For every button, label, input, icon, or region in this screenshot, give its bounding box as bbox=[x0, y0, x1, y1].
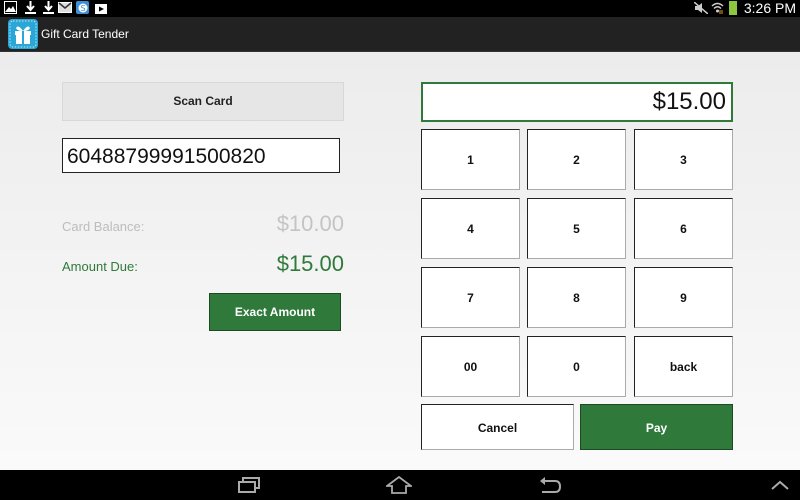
download-icon bbox=[24, 1, 36, 14]
key-9[interactable]: 9 bbox=[634, 267, 733, 328]
card-balance-value: $10.00 bbox=[276, 211, 344, 236]
key-6[interactable]: 6 bbox=[634, 198, 733, 259]
mute-icon bbox=[694, 1, 708, 14]
back-icon[interactable] bbox=[520, 470, 580, 500]
key-2[interactable]: 2 bbox=[527, 129, 626, 190]
amount-display: $15.00 bbox=[421, 82, 733, 122]
play-store-icon bbox=[94, 1, 107, 14]
scan-card-button[interactable]: Scan Card bbox=[62, 82, 344, 121]
clock: 3:26 PM bbox=[743, 0, 796, 16]
action-bar: Gift Card Tender bbox=[0, 17, 800, 52]
key-7[interactable]: 7 bbox=[421, 267, 520, 328]
amount-due-value: $15.00 bbox=[276, 251, 344, 276]
skype-icon: S bbox=[76, 1, 89, 14]
key-8[interactable]: 8 bbox=[527, 267, 626, 328]
exact-amount-button[interactable]: Exact Amount bbox=[209, 293, 341, 331]
gift-icon bbox=[8, 19, 38, 49]
key-00[interactable]: 00 bbox=[421, 336, 520, 397]
download-icon bbox=[42, 1, 54, 14]
navigation-bar bbox=[0, 470, 800, 500]
status-bar: S 3:26 PM bbox=[0, 0, 800, 17]
recent-apps-icon[interactable] bbox=[219, 470, 279, 500]
gift-card-tender-screen: Scan Card 60488799991500820 Card Balance… bbox=[0, 52, 800, 470]
battery-icon bbox=[729, 1, 737, 15]
card-balance-label: Card Balance: bbox=[62, 219, 145, 234]
key-0[interactable]: 0 bbox=[527, 336, 626, 397]
image-icon bbox=[4, 1, 17, 14]
card-number-input[interactable]: 60488799991500820 bbox=[62, 138, 340, 173]
key-5[interactable]: 5 bbox=[527, 198, 626, 259]
app-title: Gift Card Tender bbox=[41, 27, 129, 41]
pay-button[interactable]: Pay bbox=[580, 404, 733, 450]
chevron-up-icon[interactable] bbox=[760, 470, 800, 500]
gmail-icon bbox=[58, 1, 72, 14]
key-back[interactable]: back bbox=[634, 336, 733, 397]
home-icon[interactable] bbox=[369, 470, 429, 500]
key-3[interactable]: 3 bbox=[634, 129, 733, 190]
amount-due-label: Amount Due: bbox=[62, 259, 138, 274]
svg-text:S: S bbox=[80, 4, 85, 13]
cancel-button[interactable]: Cancel bbox=[421, 404, 574, 450]
key-4[interactable]: 4 bbox=[421, 198, 520, 259]
wifi-icon bbox=[711, 1, 724, 14]
key-1[interactable]: 1 bbox=[421, 129, 520, 190]
